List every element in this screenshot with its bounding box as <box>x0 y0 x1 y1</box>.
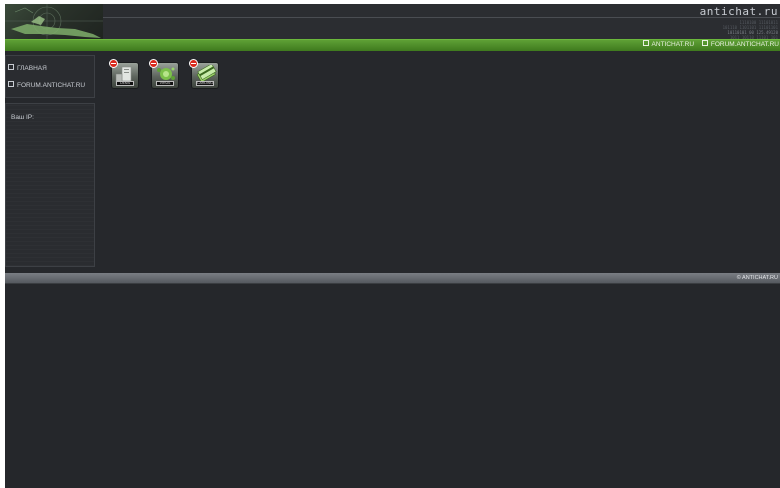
ip-info-panel: Ваш IP: <box>5 103 95 267</box>
category-oems-button[interactable]: OEMS <box>109 59 141 91</box>
page: antichat.ru 1110100 11101011 101110 1101… <box>5 4 780 488</box>
square-bullet-icon <box>701 40 708 47</box>
top-link-antichat[interactable]: ANTICHAT.RU <box>642 40 695 48</box>
category-tag: CARDING <box>196 81 214 86</box>
sidebar-item-home[interactable]: ГЛАВНАЯ <box>8 64 47 72</box>
square-bullet-icon <box>8 64 14 71</box>
top-link-forum[interactable]: FORUM.ANTICHAT.RU <box>701 40 779 48</box>
category-tag: OEMS <box>116 81 134 86</box>
category-virus-button[interactable]: VIRUS <box>149 59 181 91</box>
sidebar-item-label: FORUM.ANTICHAT.RU <box>17 82 86 89</box>
copyright-text: © ANTICHAT.RU <box>736 275 778 281</box>
category-carding-button[interactable]: CARDING <box>189 59 221 91</box>
hex-decoration: 1110100 11101011 101110 1101101 11101101… <box>723 20 778 40</box>
square-bullet-icon <box>8 81 14 88</box>
ip-label: Ваш IP: <box>11 114 34 121</box>
category-tag: VIRUS <box>156 81 174 86</box>
stop-badge-icon <box>109 59 118 68</box>
stop-badge-icon <box>189 59 198 68</box>
top-link-label: FORUM.ANTICHAT.RU <box>710 41 779 48</box>
sidebar-item-forum[interactable]: FORUM.ANTICHAT.RU <box>8 81 86 89</box>
sidebar-item-label: ГЛАВНАЯ <box>17 65 47 72</box>
top-nav-bar: ANTICHAT.RU FORUM.ANTICHAT.RU <box>5 39 780 51</box>
sidebar-nav: ГЛАВНАЯ FORUM.ANTICHAT.RU <box>5 55 95 98</box>
header: antichat.ru 1110100 11101011 101110 1101… <box>5 4 780 40</box>
top-link-label: ANTICHAT.RU <box>651 41 695 48</box>
header-divider <box>103 17 780 18</box>
logo-graphic <box>5 4 103 39</box>
stop-badge-icon <box>149 59 158 68</box>
top-nav-links: ANTICHAT.RU FORUM.ANTICHAT.RU <box>637 40 779 48</box>
lower-empty-area <box>5 284 780 488</box>
square-bullet-icon <box>642 40 649 47</box>
site-brand: antichat.ru <box>699 5 778 18</box>
radar-figure-graphic <box>5 4 103 39</box>
footer-bar: © ANTICHAT.RU <box>5 273 780 284</box>
